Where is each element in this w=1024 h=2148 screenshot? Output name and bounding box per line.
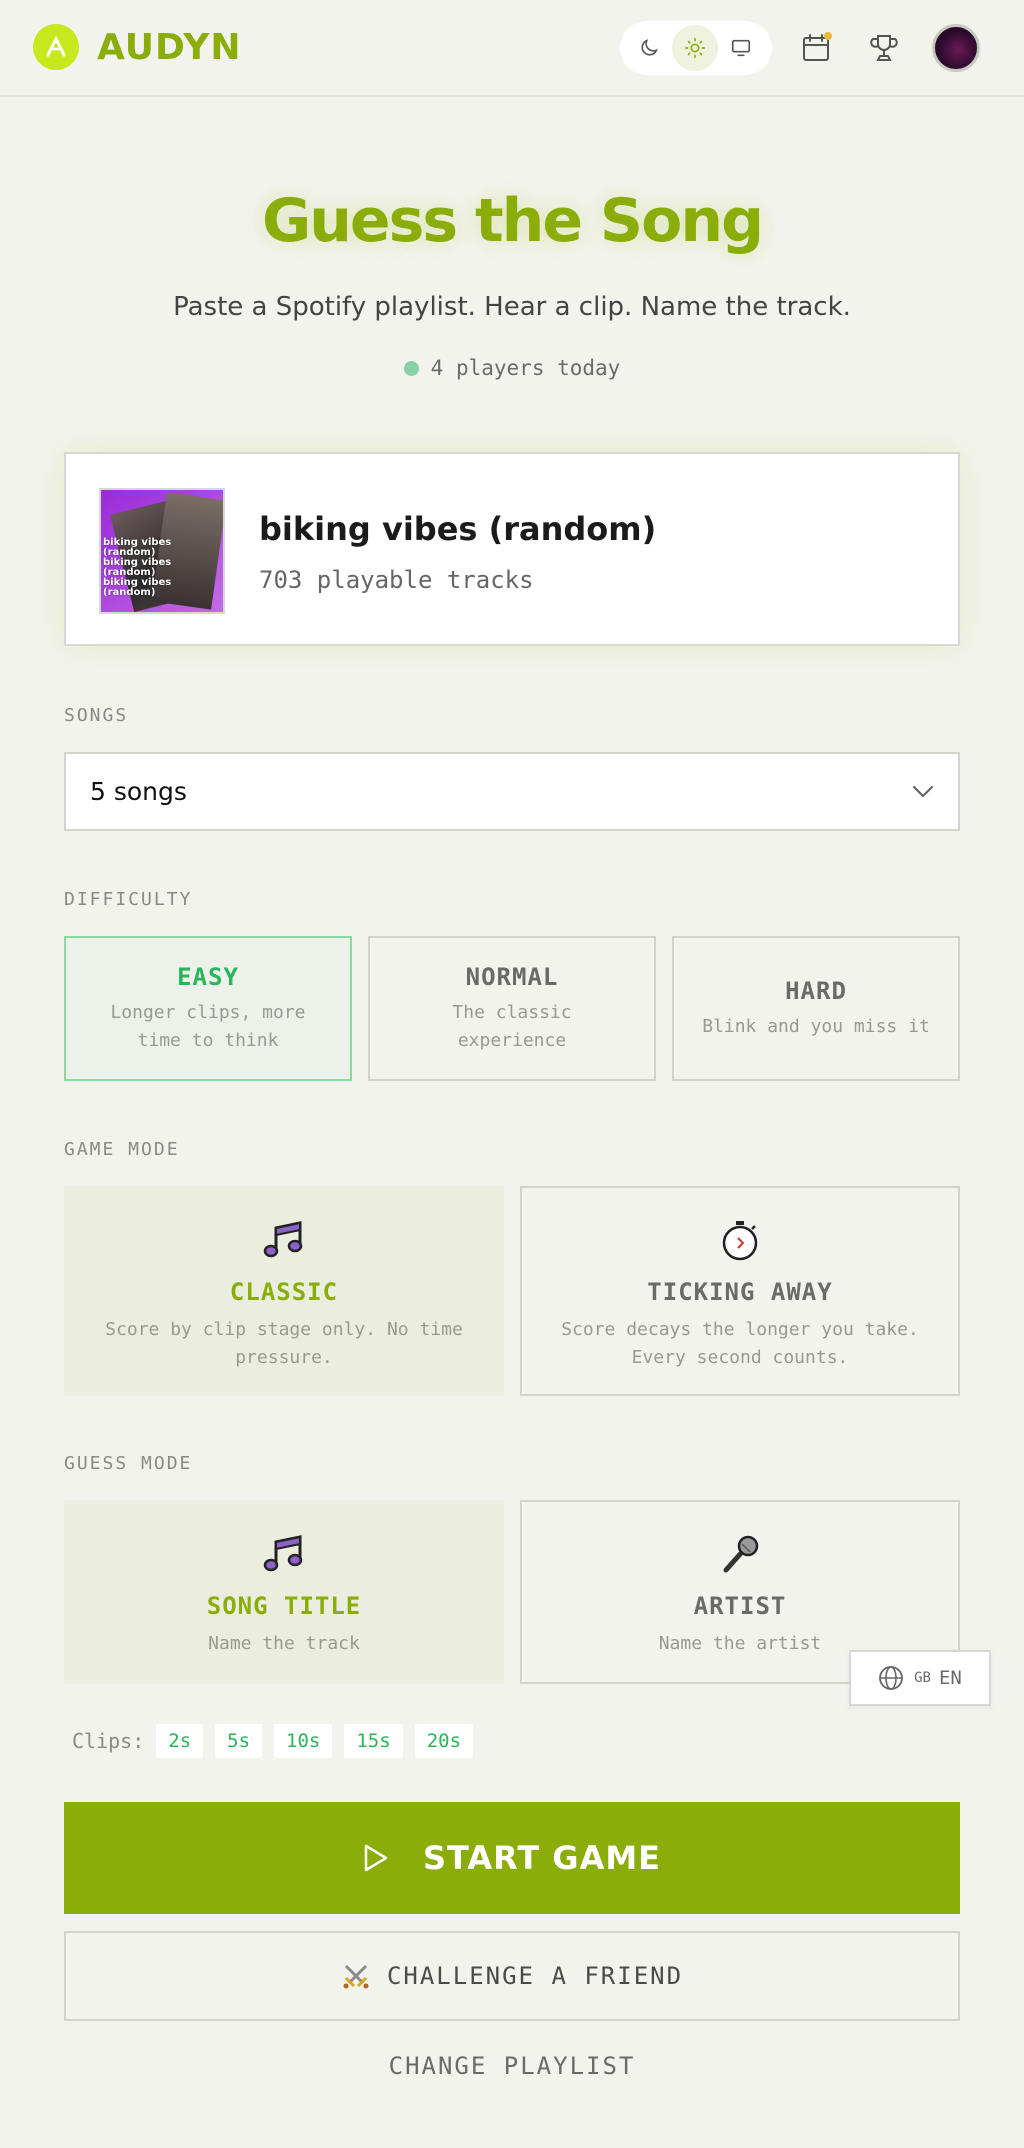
songs-select-value: 5 songs xyxy=(90,777,187,806)
microphone-icon xyxy=(718,1530,762,1578)
avatar[interactable] xyxy=(932,24,980,72)
clip-chip: 10s xyxy=(274,1724,333,1758)
change-playlist-button[interactable]: CHANGE PLAYLIST xyxy=(0,2052,1024,2080)
difficulty-hard-option[interactable]: HARD Blink and you miss it xyxy=(672,936,960,1081)
playlist-cover-image: biking vibes (random) biking vibes (rand… xyxy=(99,488,225,614)
challenge-friend-label: CHALLENGE A FRIEND xyxy=(386,1962,684,1990)
players-today: 4 players today xyxy=(0,356,1024,380)
clip-chip: 5s xyxy=(215,1724,263,1758)
difficulty-hard-desc: Blink and you miss it xyxy=(702,1015,930,1037)
songs-select[interactable]: 5 songs xyxy=(64,752,960,831)
guess-mode-title-title: SONG TITLE xyxy=(206,1592,362,1620)
difficulty-label: DIFFICULTY xyxy=(64,889,193,910)
difficulty-normal-option[interactable]: NORMAL The classic experience xyxy=(368,936,656,1081)
players-count-text: 4 players today xyxy=(430,356,621,380)
brand-logo[interactable]: AUDYN xyxy=(33,24,241,70)
playlist-card: biking vibes (random) biking vibes (rand… xyxy=(64,452,960,646)
difficulty-easy-option[interactable]: EASY Longer clips, more time to think xyxy=(64,936,352,1081)
chevron-down-icon xyxy=(912,785,934,798)
calendar-button[interactable] xyxy=(794,26,838,70)
crossed-swords-icon xyxy=(341,1961,371,1991)
music-note-icon xyxy=(262,1530,306,1578)
difficulty-easy-title: EASY xyxy=(177,962,239,991)
audyn-logo-icon xyxy=(33,24,79,70)
start-game-label: START GAME xyxy=(422,1839,662,1877)
online-status-dot xyxy=(403,360,419,376)
songs-label: SONGS xyxy=(64,705,129,726)
theme-system-button[interactable] xyxy=(718,25,764,71)
play-icon xyxy=(363,1843,389,1873)
theme-switcher xyxy=(620,21,772,75)
clip-chip: 20s xyxy=(414,1724,474,1758)
guess-mode-artist-title: ARTIST xyxy=(693,1592,787,1620)
language-flag: GB xyxy=(914,1670,931,1686)
clip-chip: 15s xyxy=(344,1724,403,1758)
guess-mode-label: GUESS MODE xyxy=(64,1453,193,1474)
music-note-icon xyxy=(262,1216,306,1264)
stopwatch-icon xyxy=(718,1216,762,1264)
clip-lengths: Clips: 2s 5s 10s 15s 20s xyxy=(72,1724,474,1758)
difficulty-normal-title: NORMAL xyxy=(465,962,559,991)
game-mode-label: GAME MODE xyxy=(64,1139,180,1160)
language-button[interactable]: GB EN xyxy=(849,1650,991,1706)
moon-icon xyxy=(641,39,658,56)
page-title: Guess the Song xyxy=(261,186,764,256)
theme-light-button[interactable] xyxy=(672,25,718,71)
clips-label: Clips: xyxy=(72,1729,145,1753)
leaderboard-button[interactable] xyxy=(862,26,906,70)
globe-icon xyxy=(879,1666,904,1690)
guess-mode-title-option[interactable]: SONG TITLE Name the track xyxy=(64,1500,504,1684)
guess-mode-title-desc: Name the track xyxy=(208,1633,360,1654)
language-code: EN xyxy=(938,1667,962,1689)
difficulty-hard-title: HARD xyxy=(785,976,847,1005)
cover-caption: biking vibes (random) biking vibes (rand… xyxy=(103,537,172,598)
sun-icon xyxy=(685,38,705,58)
clip-chip: 2s xyxy=(156,1724,204,1758)
playlist-name: biking vibes (random) xyxy=(259,510,657,548)
playlist-track-count: 703 playable tracks xyxy=(259,566,534,594)
game-mode-ticking-desc: Score decays the longer you take. Every … xyxy=(561,1319,919,1368)
monitor-icon xyxy=(731,39,751,57)
guess-mode-artist-desc: Name the artist xyxy=(658,1633,822,1654)
page-subtitle: Paste a Spotify playlist. Hear a clip. N… xyxy=(173,292,851,322)
difficulty-easy-desc: Longer clips, more time to think xyxy=(110,1001,306,1051)
game-mode-classic-option[interactable]: CLASSIC Score by clip stage only. No tim… xyxy=(64,1186,504,1396)
calendar-icon xyxy=(803,32,832,61)
start-game-button[interactable]: START GAME xyxy=(64,1802,960,1914)
theme-dark-button[interactable] xyxy=(626,25,672,71)
game-mode-classic-desc: Score by clip stage only. No time pressu… xyxy=(105,1319,463,1368)
trophy-icon xyxy=(870,35,898,61)
top-bar: AUDYN xyxy=(0,0,1024,97)
game-mode-classic-title: CLASSIC xyxy=(229,1278,339,1306)
game-mode-ticking-option[interactable]: TICKING AWAY Score decays the longer you… xyxy=(520,1186,960,1396)
game-mode-ticking-title: TICKING AWAY xyxy=(647,1278,833,1306)
brand-name: AUDYN xyxy=(97,26,242,68)
challenge-friend-button[interactable]: CHALLENGE A FRIEND xyxy=(64,1931,960,2021)
difficulty-normal-desc: The classic experience xyxy=(452,1001,572,1051)
